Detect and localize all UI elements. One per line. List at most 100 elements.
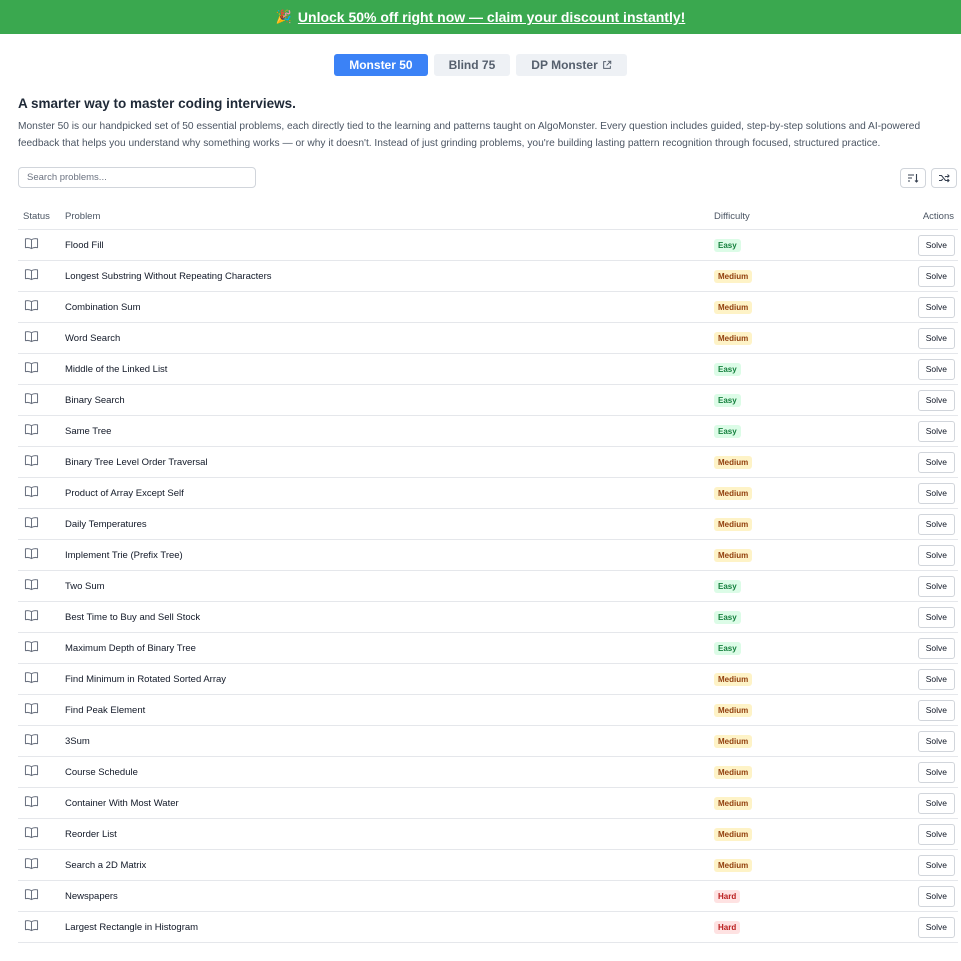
solve-button[interactable]: Solve bbox=[917, 513, 955, 535]
solve-button[interactable]: Solve bbox=[917, 544, 955, 566]
table-row: Maximum Depth of Binary Tree Easy Solve bbox=[18, 632, 958, 664]
actions-cell: Solve bbox=[874, 725, 958, 757]
solve-button[interactable]: Solve bbox=[917, 358, 955, 380]
tab-blind-75[interactable]: Blind 75 bbox=[433, 54, 511, 76]
solve-button[interactable]: Solve bbox=[917, 668, 955, 690]
open-book-icon bbox=[24, 485, 39, 498]
difficulty-cell: Medium bbox=[714, 849, 874, 881]
solve-button[interactable]: Solve bbox=[917, 420, 955, 442]
problem-title: Binary Search bbox=[65, 384, 714, 416]
difficulty-cell: Hard bbox=[714, 911, 874, 943]
intro-section: A smarter way to master coding interview… bbox=[0, 96, 961, 152]
table-row: Longest Substring Without Repeating Char… bbox=[18, 260, 958, 292]
actions-cell: Solve bbox=[874, 663, 958, 695]
solve-button[interactable]: Solve bbox=[917, 637, 955, 659]
status-cell bbox=[18, 601, 65, 633]
actions-cell: Solve bbox=[874, 787, 958, 819]
table-row: Word Search Medium Solve bbox=[18, 322, 958, 354]
promo-link[interactable]: Unlock 50% off right now — claim your di… bbox=[298, 9, 685, 25]
problem-title: Maximum Depth of Binary Tree bbox=[65, 632, 714, 664]
solve-button[interactable]: Solve bbox=[917, 482, 955, 504]
status-cell bbox=[18, 849, 65, 881]
difficulty-badge: Easy bbox=[714, 641, 741, 655]
solve-button[interactable]: Solve bbox=[917, 730, 955, 752]
actions-cell: Solve bbox=[874, 415, 958, 447]
difficulty-cell: Easy bbox=[714, 415, 874, 447]
solve-button[interactable]: Solve bbox=[917, 606, 955, 628]
table-row: Container With Most Water Medium Solve bbox=[18, 787, 958, 819]
problem-title: Longest Substring Without Repeating Char… bbox=[65, 260, 714, 292]
problem-title: Middle of the Linked List bbox=[65, 353, 714, 385]
column-header-actions: Actions bbox=[874, 203, 958, 230]
table-toolbar bbox=[0, 167, 961, 188]
problem-title: Find Peak Element bbox=[65, 694, 714, 726]
solve-button[interactable]: Solve bbox=[917, 699, 955, 721]
actions-cell: Solve bbox=[874, 508, 958, 540]
difficulty-cell: Medium bbox=[714, 818, 874, 850]
solve-button[interactable]: Solve bbox=[917, 296, 955, 318]
status-cell bbox=[18, 880, 65, 912]
actions-cell: Solve bbox=[874, 229, 958, 261]
problem-title: Flood Fill bbox=[65, 229, 714, 261]
solve-button[interactable]: Solve bbox=[917, 916, 955, 938]
difficulty-badge: Medium bbox=[714, 300, 753, 314]
problem-title: Largest Rectangle in Histogram bbox=[65, 911, 714, 943]
open-book-icon bbox=[24, 826, 39, 839]
difficulty-badge: Easy bbox=[714, 362, 741, 376]
actions-cell: Solve bbox=[874, 260, 958, 292]
difficulty-badge: Hard bbox=[714, 920, 741, 934]
solve-button[interactable]: Solve bbox=[917, 761, 955, 783]
status-cell bbox=[18, 477, 65, 509]
open-book-icon bbox=[24, 733, 39, 746]
difficulty-badge: Medium bbox=[714, 765, 753, 779]
difficulty-cell: Easy bbox=[714, 570, 874, 602]
solve-button[interactable]: Solve bbox=[917, 792, 955, 814]
difficulty-badge: Medium bbox=[714, 858, 753, 872]
solve-button[interactable]: Solve bbox=[917, 265, 955, 287]
tab-label: Monster 50 bbox=[349, 58, 413, 72]
search-input[interactable] bbox=[18, 167, 256, 188]
difficulty-cell: Easy bbox=[714, 229, 874, 261]
difficulty-cell: Medium bbox=[714, 291, 874, 323]
difficulty-cell: Medium bbox=[714, 322, 874, 354]
table-row: Product of Array Except Self Medium Solv… bbox=[18, 477, 958, 509]
tab-label: Blind 75 bbox=[448, 58, 496, 72]
external-link-icon bbox=[602, 60, 612, 70]
problem-title: Daily Temperatures bbox=[65, 508, 714, 540]
difficulty-badge: Medium bbox=[714, 517, 753, 531]
solve-button[interactable]: Solve bbox=[917, 327, 955, 349]
open-book-icon bbox=[24, 764, 39, 777]
table-row: Implement Trie (Prefix Tree) Medium Solv… bbox=[18, 539, 958, 571]
solve-button[interactable]: Solve bbox=[917, 823, 955, 845]
open-book-icon bbox=[24, 702, 39, 715]
open-book-icon bbox=[24, 516, 39, 529]
table-row: Search a 2D Matrix Medium Solve bbox=[18, 849, 958, 881]
table-row: 3Sum Medium Solve bbox=[18, 725, 958, 757]
difficulty-cell: Medium bbox=[714, 756, 874, 788]
solve-button[interactable]: Solve bbox=[917, 451, 955, 473]
shuffle-button[interactable] bbox=[931, 167, 957, 188]
difficulty-cell: Medium bbox=[714, 508, 874, 540]
table-row: Find Minimum in Rotated Sorted Array Med… bbox=[18, 663, 958, 695]
difficulty-cell: Hard bbox=[714, 880, 874, 912]
difficulty-badge: Easy bbox=[714, 424, 741, 438]
difficulty-cell: Easy bbox=[714, 384, 874, 416]
difficulty-badge: Hard bbox=[714, 889, 741, 903]
open-book-icon bbox=[24, 330, 39, 343]
solve-button[interactable]: Solve bbox=[917, 234, 955, 256]
tab-monster-50[interactable]: Monster 50 bbox=[334, 54, 428, 76]
solve-button[interactable]: Solve bbox=[917, 885, 955, 907]
difficulty-badge: Easy bbox=[714, 393, 741, 407]
actions-cell: Solve bbox=[874, 849, 958, 881]
status-cell bbox=[18, 384, 65, 416]
difficulty-badge: Medium bbox=[714, 734, 753, 748]
problem-title: Reorder List bbox=[65, 818, 714, 850]
solve-button[interactable]: Solve bbox=[917, 389, 955, 411]
problem-title: Word Search bbox=[65, 322, 714, 354]
sort-button[interactable] bbox=[900, 167, 926, 188]
status-cell bbox=[18, 508, 65, 540]
tab-dp-monster[interactable]: DP Monster bbox=[516, 54, 627, 76]
solve-button[interactable]: Solve bbox=[917, 854, 955, 876]
solve-button[interactable]: Solve bbox=[917, 575, 955, 597]
open-book-icon bbox=[24, 299, 39, 312]
